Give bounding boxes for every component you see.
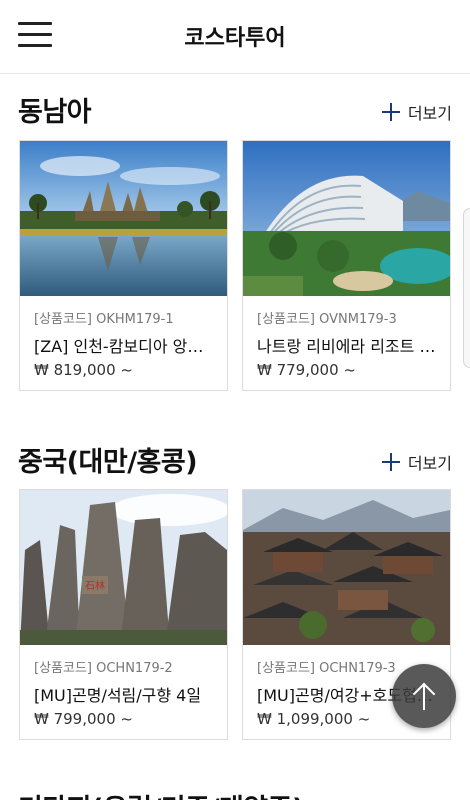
product-code: [상품코드] OCHN179-2 [34, 661, 173, 676]
product-card[interactable]: [상품코드] OVNM179-3 나트랑 리비에라 리조트 자유여행 ₩ 779… [242, 140, 451, 391]
more-label: 더보기 [407, 104, 452, 123]
product-price: ₩ 779,000 ~ [257, 361, 356, 379]
section-other-regions: 기타지(유럽/미주/대양주) [0, 787, 470, 800]
product-price: ₩ 1,099,000 ~ [257, 710, 371, 728]
product-price: ₩ 799,000 ~ [34, 710, 133, 728]
app-header: 코스타투어 [0, 0, 470, 74]
product-card[interactable]: 石林 [상품코드] OCHN179-2 [MU]곤명/석림/구향 4일 ₩ 79… [19, 489, 228, 740]
product-name: [MU]곤명/석림/구향 4일 [34, 686, 202, 705]
more-button[interactable]: 더보기 [381, 100, 452, 124]
more-button[interactable]: 더보기 [381, 450, 452, 474]
product-image-lijiang-old-town [243, 490, 450, 645]
scroll-to-top-button[interactable] [392, 664, 456, 728]
product-price: ₩ 819,000 ~ [34, 361, 133, 379]
product-name: 나트랑 리비에라 리조트 자유여행 [257, 337, 437, 356]
section-title: 중국(대만/홍콩) [18, 447, 198, 478]
plus-icon [381, 103, 400, 121]
product-name: [ZA] 인천-캄보디아 앙코르와트 [34, 337, 214, 356]
product-image-resort [243, 141, 450, 296]
product-code: [상품코드] OVNM179-3 [257, 312, 397, 327]
plus-icon [381, 453, 400, 471]
product-image-angkor-wat [20, 141, 227, 296]
section-southeast-asia: 동남아 더보기 [상품코드] OKHM179-1 [ZA] 인천-캄보디아 앙코… [0, 90, 470, 400]
more-label: 더보기 [407, 454, 452, 473]
scroll-handle[interactable] [463, 208, 470, 368]
section-title: 기타지(유럽/미주/대양주) [18, 787, 304, 800]
product-image-stone-forest: 石林 [20, 490, 227, 645]
product-code: [상품코드] OCHN179-3 [257, 661, 396, 676]
product-card[interactable]: [상품코드] OKHM179-1 [ZA] 인천-캄보디아 앙코르와트 ₩ 81… [19, 140, 228, 391]
svg-text:石林: 石林 [85, 579, 105, 592]
section-title: 동남아 [18, 97, 92, 128]
app-title: 코스타투어 [184, 26, 286, 51]
product-code: [상품코드] OKHM179-1 [34, 312, 174, 327]
